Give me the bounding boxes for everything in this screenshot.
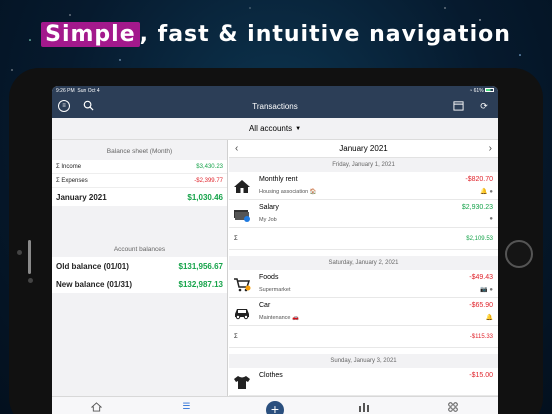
day-header: Friday, January 1, 2021 bbox=[229, 158, 498, 172]
headline-rest: , fast & intuitive navigation bbox=[139, 22, 511, 47]
wifi-icon: ◔ bbox=[469, 87, 473, 94]
day-sum-row: Σ $2,109.53 bbox=[229, 228, 498, 250]
calendar-icon[interactable] bbox=[452, 100, 464, 112]
battery-icon bbox=[485, 87, 494, 92]
headline-highlight: Simple bbox=[41, 22, 140, 47]
headline: Simple, fast & intuitive navigation bbox=[0, 22, 552, 47]
expenses-value: -$2,399.77 bbox=[194, 177, 223, 184]
grid-icon[interactable] bbox=[443, 400, 463, 414]
bar-chart-icon[interactable] bbox=[354, 400, 374, 414]
day-sum-row: Σ -$115.33 bbox=[229, 326, 498, 348]
app-screen: 9:26 PM Sun Oct 4 ◔ 61% ≡ Transactions ⟳… bbox=[52, 86, 498, 414]
status-time: 9:26 PM bbox=[56, 87, 75, 94]
period-total-row: January 2021 $1,030.46 bbox=[52, 188, 227, 206]
day-sum-value: $2,109.53 bbox=[466, 235, 493, 242]
transaction-flags: ● bbox=[489, 216, 493, 222]
sum-label: Σ bbox=[234, 333, 238, 340]
home-icon[interactable] bbox=[87, 400, 107, 414]
transaction-amount: $2,930.23 bbox=[461, 204, 493, 211]
transaction-row[interactable]: Clothes -$15.00 bbox=[229, 368, 498, 396]
transaction-category: My Job bbox=[259, 217, 277, 223]
status-date: Sun Oct 4 bbox=[77, 87, 100, 94]
expenses-row: Σ Expenses -$2,399.77 bbox=[52, 174, 227, 188]
transaction-category: Housing association 🏠 bbox=[259, 189, 317, 195]
home-button bbox=[505, 240, 533, 268]
tab-bar: ☰ + bbox=[52, 396, 498, 414]
shirt-icon bbox=[234, 376, 250, 389]
sensor-dot bbox=[28, 278, 33, 283]
money-icon bbox=[234, 210, 250, 222]
transaction-flags: 🔔 bbox=[485, 315, 493, 321]
battery-percent: 61% bbox=[473, 87, 484, 94]
period-label: January 2021 bbox=[56, 192, 107, 202]
transaction-name: Monthly rent bbox=[259, 176, 298, 183]
transaction-flags: 🔔 ● bbox=[480, 189, 493, 195]
balance-sheet-title: Balance sheet (Month) bbox=[106, 148, 173, 155]
menu-icon[interactable]: ≡ bbox=[58, 100, 70, 112]
day-header: Sunday, January 3, 2021 bbox=[229, 354, 498, 368]
chevron-right-icon[interactable]: › bbox=[489, 143, 492, 154]
list-icon[interactable]: ☰ bbox=[176, 400, 196, 414]
day-sum-value: -$115.33 bbox=[469, 333, 493, 340]
transaction-row[interactable]: Foods Supermarket -$49.43 📷 ● bbox=[229, 270, 498, 298]
caret-down-icon: ▼ bbox=[295, 125, 302, 132]
transaction-category: Maintenance 🚗 bbox=[259, 315, 299, 321]
side-button bbox=[28, 240, 31, 274]
old-balance-label: Old balance (01/01) bbox=[56, 261, 129, 271]
account-selector-label: All accounts bbox=[248, 124, 293, 133]
expenses-label: Σ Expenses bbox=[56, 177, 88, 184]
chevron-left-icon[interactable]: ‹ bbox=[235, 143, 238, 154]
account-selector[interactable]: All accounts ▼ bbox=[52, 118, 498, 140]
add-transaction-button[interactable]: + bbox=[265, 400, 284, 414]
month-navigator: ‹ January 2021 › bbox=[229, 140, 498, 158]
car-icon bbox=[235, 309, 249, 320]
nav-bar: ≡ Transactions ⟳ bbox=[52, 95, 498, 118]
sum-label: Σ bbox=[234, 235, 238, 242]
income-row: Σ Income $3,430.23 bbox=[52, 160, 227, 174]
period-value: $1,030.46 bbox=[187, 192, 223, 202]
transaction-name: Foods bbox=[259, 274, 279, 281]
new-balance-row: New balance (01/31) $132,987.13 bbox=[52, 275, 227, 293]
transactions-pane: ‹ January 2021 › Friday, January 1, 2021… bbox=[229, 140, 498, 396]
month-title: January 2021 bbox=[339, 144, 388, 153]
old-balance-row: Old balance (01/01) $131,956.67 bbox=[52, 257, 227, 275]
transaction-amount: -$15.00 bbox=[469, 372, 493, 379]
transaction-amount: -$49.43 bbox=[469, 274, 493, 281]
new-balance-value: $132,987.13 bbox=[178, 279, 224, 289]
nav-title: Transactions bbox=[252, 102, 298, 111]
transaction-amount: -$65.90 bbox=[469, 302, 493, 309]
camera-dot bbox=[17, 250, 22, 255]
house-icon bbox=[234, 180, 250, 193]
transaction-flags: 📷 ● bbox=[480, 287, 493, 293]
summary-pane: Balance sheet (Month) Σ Income $3,430.23… bbox=[52, 140, 228, 396]
old-balance-value: $131,956.67 bbox=[178, 261, 224, 271]
day-header: Saturday, January 2, 2021 bbox=[229, 256, 498, 270]
transaction-row[interactable]: Car Maintenance 🚗 -$65.90 🔔 bbox=[229, 298, 498, 326]
income-value: $3,430.23 bbox=[196, 163, 223, 170]
search-icon[interactable] bbox=[82, 100, 94, 112]
account-balances-title: Account balances bbox=[113, 246, 166, 253]
status-bar: 9:26 PM Sun Oct 4 ◔ 61% bbox=[52, 86, 498, 95]
transaction-amount: -$820.70 bbox=[465, 176, 493, 183]
new-balance-label: New balance (01/31) bbox=[56, 279, 133, 289]
transaction-name: Salary bbox=[259, 204, 279, 211]
income-label: Σ Income bbox=[56, 163, 82, 170]
transaction-category: Supermarket bbox=[259, 287, 291, 293]
sync-icon[interactable]: ⟳ bbox=[478, 100, 490, 112]
transaction-row[interactable]: Salary My Job $2,930.23 ● bbox=[229, 200, 498, 228]
transaction-name: Car bbox=[259, 302, 271, 309]
cart-icon bbox=[234, 278, 251, 292]
transaction-name: Clothes bbox=[259, 372, 283, 379]
transaction-row[interactable]: Monthly rent Housing association 🏠 -$820… bbox=[229, 172, 498, 200]
